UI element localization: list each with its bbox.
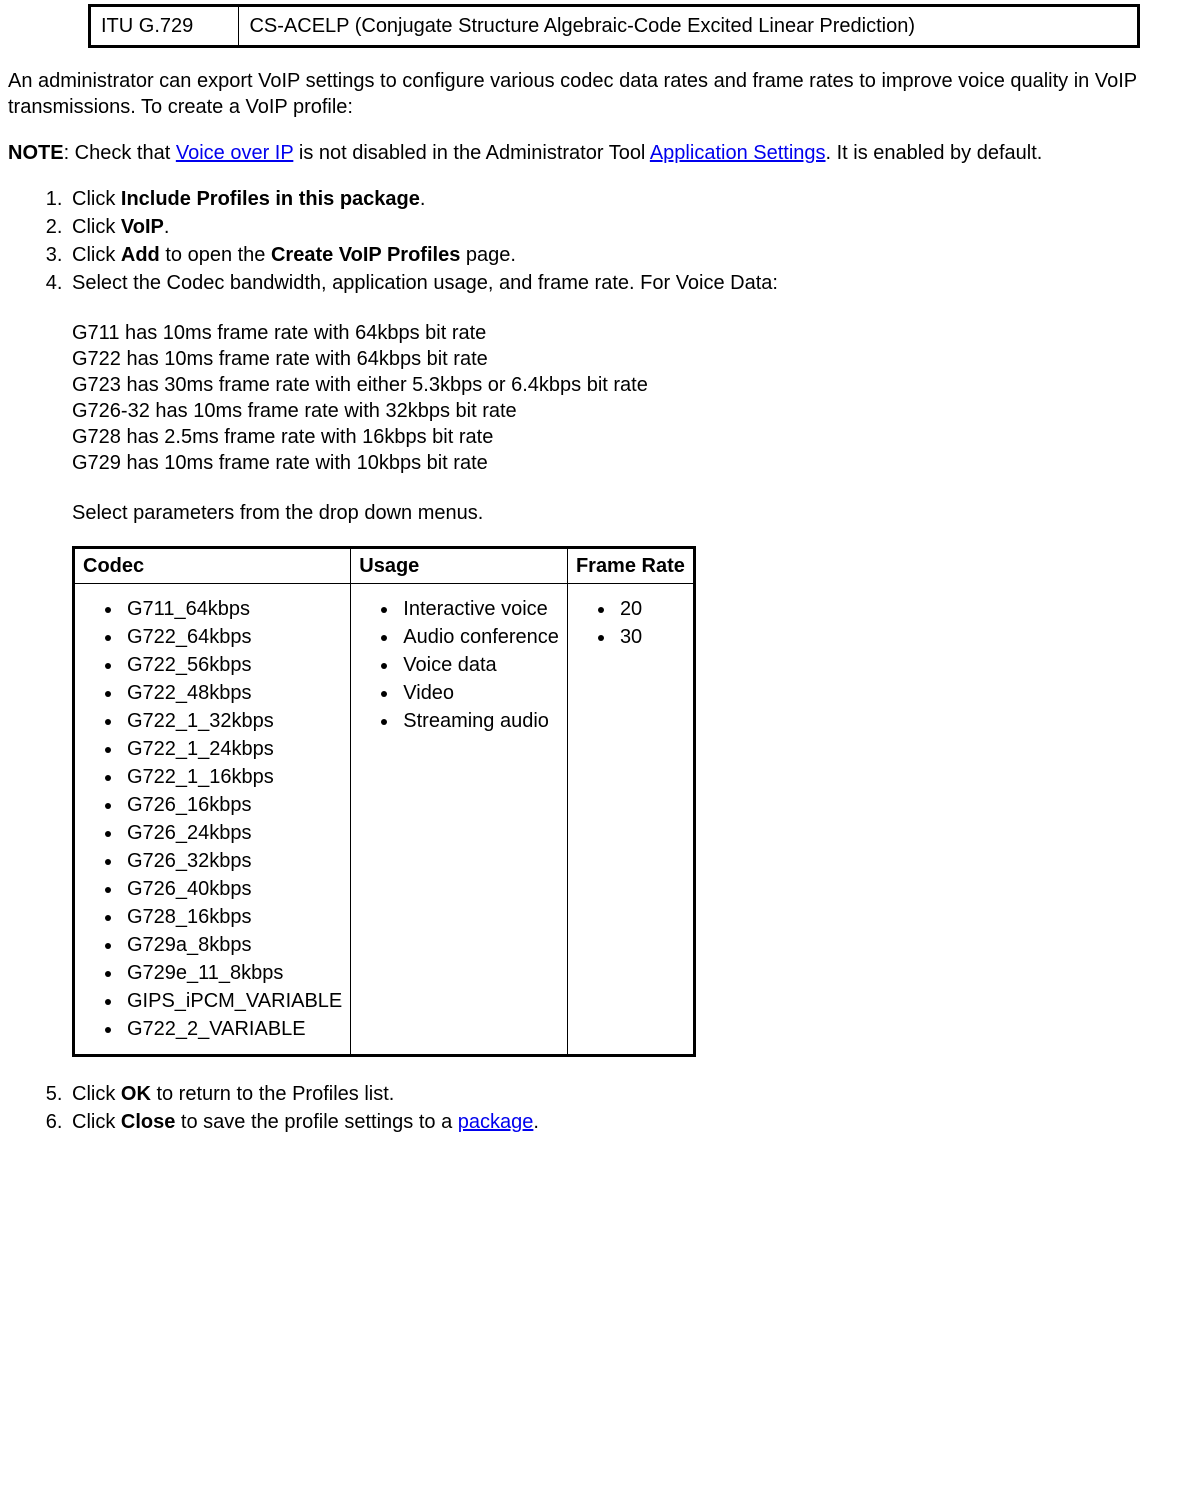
list-item: G722_64kbps	[123, 624, 342, 650]
steps-list: Click Include Profiles in this package. …	[8, 186, 1180, 1135]
codec-detail-line: G711 has 10ms frame rate with 64kbps bit…	[72, 320, 1180, 346]
codec-details-block: G711 has 10ms frame rate with 64kbps bit…	[72, 320, 1180, 476]
list-item: G722_2_VARIABLE	[123, 1016, 342, 1042]
list-item: Voice data	[399, 652, 559, 678]
intro-paragraph: An administrator can export VoIP setting…	[8, 68, 1180, 120]
list-item: G722_48kbps	[123, 680, 342, 706]
codec-header: Codec	[74, 548, 351, 584]
select-params-text: Select parameters from the drop down men…	[72, 500, 1180, 526]
list-item: G726_24kbps	[123, 820, 342, 846]
list-item: G722_1_24kbps	[123, 736, 342, 762]
codec-detail-line: G723 has 30ms frame rate with either 5.3…	[72, 372, 1180, 398]
framerate-header: Frame Rate	[567, 548, 694, 584]
step-5: Click OK to return to the Profiles list.	[68, 1081, 1180, 1107]
step-4: Select the Codec bandwidth, application …	[68, 270, 1180, 1057]
list-item: G722_56kbps	[123, 652, 342, 678]
step-1: Click Include Profiles in this package.	[68, 186, 1180, 212]
parameters-table: Codec Usage Frame Rate G711_64kbps G722_…	[72, 546, 696, 1057]
step-3: Click Add to open the Create VoIP Profil…	[68, 242, 1180, 268]
note-label: NOTE	[8, 142, 64, 164]
codec-standard-name: ITU G.729	[90, 6, 239, 47]
voice-over-ip-link[interactable]: Voice over IP	[176, 142, 293, 164]
list-item: G729a_8kbps	[123, 932, 342, 958]
list-item: G728_16kbps	[123, 904, 342, 930]
list-item: G711_64kbps	[123, 596, 342, 622]
note-paragraph: NOTE: Check that Voice over IP is not di…	[8, 140, 1180, 166]
list-item: G722_1_32kbps	[123, 708, 342, 734]
note-text-2: is not disabled in the Administrator Too…	[293, 142, 650, 164]
note-text-3: . It is enabled by default.	[826, 142, 1043, 164]
list-item: GIPS_iPCM_VARIABLE	[123, 988, 342, 1014]
codec-detail-line: G722 has 10ms frame rate with 64kbps bit…	[72, 346, 1180, 372]
list-item: G729e_11_8kbps	[123, 960, 342, 986]
list-item: G722_1_16kbps	[123, 764, 342, 790]
list-item: G726_16kbps	[123, 792, 342, 818]
codec-detail-line: G729 has 10ms frame rate with 10kbps bit…	[72, 450, 1180, 476]
codec-standard-table: ITU G.729 CS-ACELP (Conjugate Structure …	[88, 4, 1140, 48]
usage-cell: Interactive voice Audio conference Voice…	[351, 584, 568, 1056]
list-item: G726_40kbps	[123, 876, 342, 902]
list-item: Interactive voice	[399, 596, 559, 622]
package-link[interactable]: package	[458, 1111, 534, 1133]
application-settings-link[interactable]: Application Settings	[650, 142, 826, 164]
framerate-cell: 20 30	[567, 584, 694, 1056]
codec-list: G711_64kbps G722_64kbps G722_56kbps G722…	[83, 596, 342, 1042]
list-item: Video	[399, 680, 559, 706]
codec-standard-desc: CS-ACELP (Conjugate Structure Algebraic-…	[239, 6, 1139, 47]
codec-cell: G711_64kbps G722_64kbps G722_56kbps G722…	[74, 584, 351, 1056]
step-2: Click VoIP.	[68, 214, 1180, 240]
codec-detail-line: G726-32 has 10ms frame rate with 32kbps …	[72, 398, 1180, 424]
list-item: Streaming audio	[399, 708, 559, 734]
step-6: Click Close to save the profile settings…	[68, 1109, 1180, 1135]
note-text-1: : Check that	[64, 142, 176, 164]
list-item: Audio conference	[399, 624, 559, 650]
usage-header: Usage	[351, 548, 568, 584]
usage-list: Interactive voice Audio conference Voice…	[359, 596, 559, 734]
codec-detail-line: G728 has 2.5ms frame rate with 16kbps bi…	[72, 424, 1180, 450]
list-item: 30	[616, 624, 685, 650]
list-item: 20	[616, 596, 685, 622]
framerate-list: 20 30	[576, 596, 685, 650]
list-item: G726_32kbps	[123, 848, 342, 874]
